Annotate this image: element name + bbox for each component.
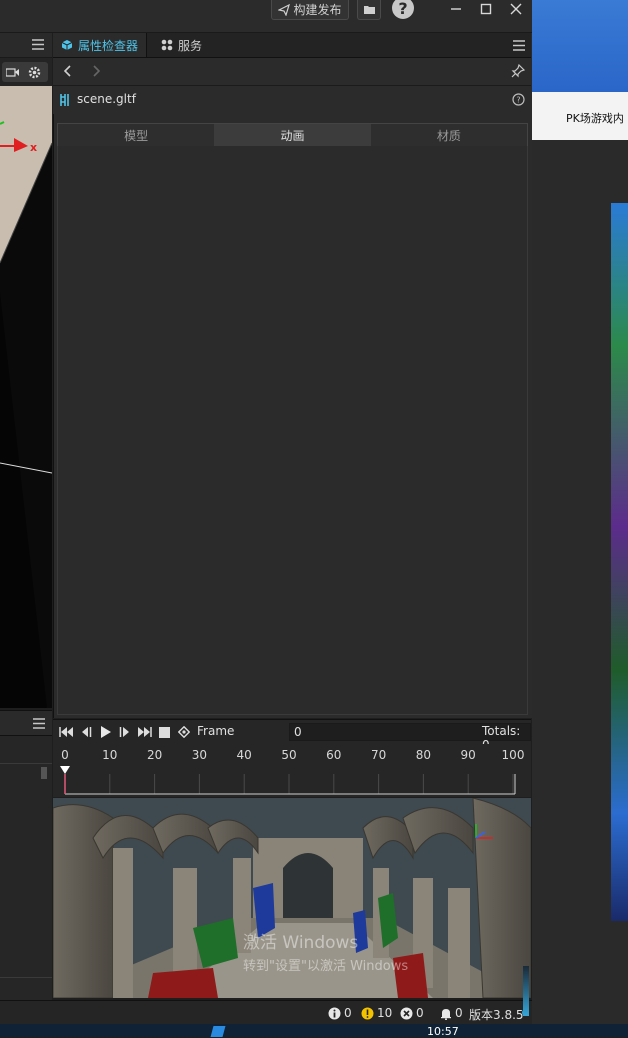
animation-content-area	[57, 146, 528, 715]
gear-icon[interactable]	[28, 66, 41, 79]
build-publish-label: 构建发布	[293, 3, 342, 17]
desktop-background	[532, 0, 628, 92]
back-arrow-icon[interactable]	[63, 65, 73, 77]
warning-count: 10	[377, 1006, 393, 1020]
game-preview-strip	[611, 203, 628, 921]
frame-label: Frame	[197, 724, 235, 738]
folder-icon	[363, 6, 375, 14]
jump-last-frame-button[interactable]	[136, 723, 152, 741]
menu-icon[interactable]	[33, 718, 45, 729]
step-back-icon	[82, 727, 92, 737]
build-publish-button[interactable]: 构建发布	[271, 0, 349, 20]
stop-button[interactable]	[156, 723, 172, 741]
warning-icon[interactable]	[361, 1007, 374, 1020]
windows-activation-watermark: 激活 Windows	[243, 933, 358, 953]
title-bar: 构建发布 ?	[0, 0, 532, 33]
notification-count: 0	[455, 1006, 463, 1020]
next-frame-button[interactable]	[117, 723, 133, 741]
x-axis-label: x	[30, 141, 38, 154]
menu-icon[interactable]	[32, 39, 44, 50]
cube-icon	[61, 40, 73, 50]
error-icon[interactable]	[400, 1007, 413, 1020]
help-circle-icon[interactable]: ?	[512, 93, 525, 106]
close-icon	[510, 3, 522, 15]
maximize-icon	[480, 3, 492, 15]
help-button[interactable]: ?	[392, 0, 414, 19]
open-folder-button[interactable]	[357, 0, 381, 20]
keyframe-diamond-icon	[178, 726, 190, 738]
asset-name: scene.gltf	[77, 92, 136, 106]
jump-first-frame-button[interactable]	[58, 723, 74, 741]
forward-arrow-icon[interactable]	[91, 65, 101, 77]
scrollbar[interactable]	[41, 767, 47, 779]
step-forward-icon	[119, 727, 129, 737]
info-count: 0	[344, 1006, 352, 1020]
play-button[interactable]	[98, 723, 114, 741]
scene-toolbar	[0, 58, 52, 86]
inspector-subtabs: 模型 动画 材质	[57, 123, 528, 147]
subtab-material[interactable]: 材质	[371, 124, 527, 146]
hierarchy-panel	[0, 710, 52, 1001]
error-count: 0	[416, 1006, 424, 1020]
subtab-model[interactable]: 模型	[58, 124, 214, 146]
animation-control-bar: Frame Totals: 0	[53, 719, 531, 752]
tab-services-label: 服务	[178, 38, 203, 53]
minimize-icon	[451, 8, 461, 10]
services-icon	[161, 39, 173, 51]
minimize-button[interactable]	[443, 0, 469, 18]
close-window-button[interactable]	[503, 0, 529, 18]
taskbar-clock: 10:57	[427, 1025, 459, 1038]
taskbar-app-icon[interactable]	[210, 1026, 226, 1037]
menu-icon[interactable]	[513, 40, 525, 51]
skip-to-end-icon	[137, 727, 152, 737]
asset-header: scene.gltf ?	[53, 86, 531, 114]
edge-slider[interactable]	[523, 966, 529, 1016]
timeline-ruler	[60, 766, 516, 795]
tab-services[interactable]: 服务	[153, 33, 210, 57]
subtab-animation[interactable]: 动画	[214, 124, 371, 146]
stop-icon	[158, 726, 170, 738]
inspector-nav-bar	[53, 58, 531, 86]
version-label: 版本3.8.5	[469, 1008, 524, 1022]
scene-preview-render: 激活 Windows 转到"设置"以激活 Windows	[53, 798, 531, 998]
taskbar: 10:57	[0, 1024, 628, 1038]
maximize-button[interactable]	[473, 0, 499, 18]
game-window-title: PK场游戏内	[566, 112, 624, 125]
panel-tab-bar: 属性检查器 服务	[53, 33, 531, 58]
camera-icon[interactable]	[6, 67, 20, 77]
info-icon[interactable]	[328, 1007, 341, 1020]
playhead[interactable]	[60, 766, 70, 794]
model-preview[interactable]: 激活 Windows 转到"设置"以激活 Windows	[53, 798, 531, 998]
svg-text:?: ?	[516, 96, 520, 105]
tab-inspector[interactable]: 属性检查器	[53, 33, 148, 57]
axis-gizmo[interactable]	[0, 118, 52, 158]
keyframe-button[interactable]	[176, 723, 192, 741]
bell-icon[interactable]	[440, 1007, 452, 1020]
windows-activation-hint: 转到"设置"以激活 Windows	[243, 959, 408, 974]
status-bar: 0 10 0 0 版本3.8.5	[0, 1000, 532, 1025]
gltf-asset-icon	[60, 94, 69, 106]
pin-icon[interactable]	[511, 64, 525, 78]
animation-timeline[interactable]: 0 10 20 30 40 50 60 70 80 90 100	[53, 744, 531, 797]
tab-inspector-label: 属性检查器	[78, 38, 139, 53]
send-icon	[278, 3, 291, 16]
skip-to-start-icon	[58, 727, 73, 737]
play-icon	[101, 726, 111, 738]
previous-frame-button[interactable]	[78, 723, 94, 741]
scene-header	[0, 33, 52, 58]
game-window-header[interactable]: PK场游戏内	[532, 92, 628, 140]
